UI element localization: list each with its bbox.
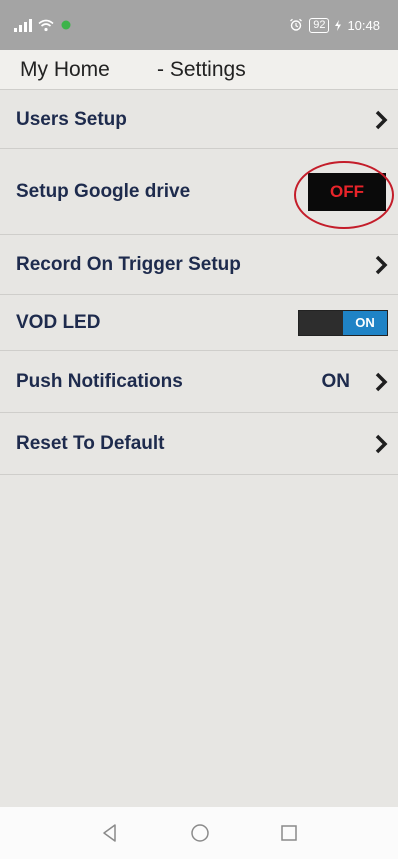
- page-title: - Settings: [157, 57, 246, 81]
- toggle-state-label: OFF: [330, 181, 364, 201]
- settings-item-record-on-trigger[interactable]: Record On Trigger Setup: [0, 235, 398, 295]
- home-icon[interactable]: [190, 823, 210, 843]
- chevron-right-icon: [374, 254, 388, 276]
- recents-icon[interactable]: [280, 824, 298, 842]
- settings-item-reset-default[interactable]: Reset To Default: [0, 413, 398, 475]
- settings-list: Users Setup Setup Google drive OFF Recor…: [0, 91, 398, 475]
- vod-led-toggle[interactable]: ON: [298, 309, 388, 336]
- charging-icon: [335, 19, 342, 31]
- row-right: ON: [322, 371, 389, 393]
- battery-icon: 92: [309, 17, 330, 33]
- toggle-track: [299, 310, 343, 335]
- status-right: 92 10:48: [289, 17, 380, 33]
- settings-item-google-drive[interactable]: Setup Google drive OFF: [0, 149, 398, 235]
- settings-item-label: Setup Google drive: [16, 180, 191, 202]
- toggle-state-label: ON: [343, 310, 387, 335]
- settings-item-users-setup[interactable]: Users Setup: [0, 91, 398, 149]
- status-left: [14, 18, 72, 32]
- chevron-right-icon: [374, 109, 388, 131]
- settings-item-label: Users Setup: [16, 108, 127, 130]
- status-time: 10:48: [347, 17, 380, 33]
- signal-icon: [14, 18, 32, 32]
- settings-item-label: Reset To Default: [16, 432, 165, 454]
- app-notification-icon: [61, 20, 71, 30]
- system-nav-bar: [0, 807, 398, 859]
- chevron-right-icon: [374, 371, 388, 393]
- chevron-right-icon: [374, 433, 388, 455]
- settings-item-vod-led: VOD LED ON: [0, 295, 398, 351]
- app-name: My Home: [20, 57, 110, 81]
- settings-item-label: Record On Trigger Setup: [16, 253, 241, 275]
- push-notifications-status: ON: [321, 370, 351, 392]
- wifi-icon: [38, 19, 54, 31]
- alarm-icon: [290, 18, 303, 31]
- back-icon[interactable]: [100, 823, 120, 843]
- settings-item-push-notifications[interactable]: Push Notifications ON: [0, 351, 398, 413]
- app-header: My Home - Settings: [0, 50, 398, 90]
- settings-item-label: VOD LED: [16, 311, 101, 333]
- google-drive-toggle[interactable]: OFF: [308, 172, 386, 211]
- settings-item-label: Push Notifications: [16, 370, 183, 392]
- status-bar: 92 10:48: [0, 0, 398, 50]
